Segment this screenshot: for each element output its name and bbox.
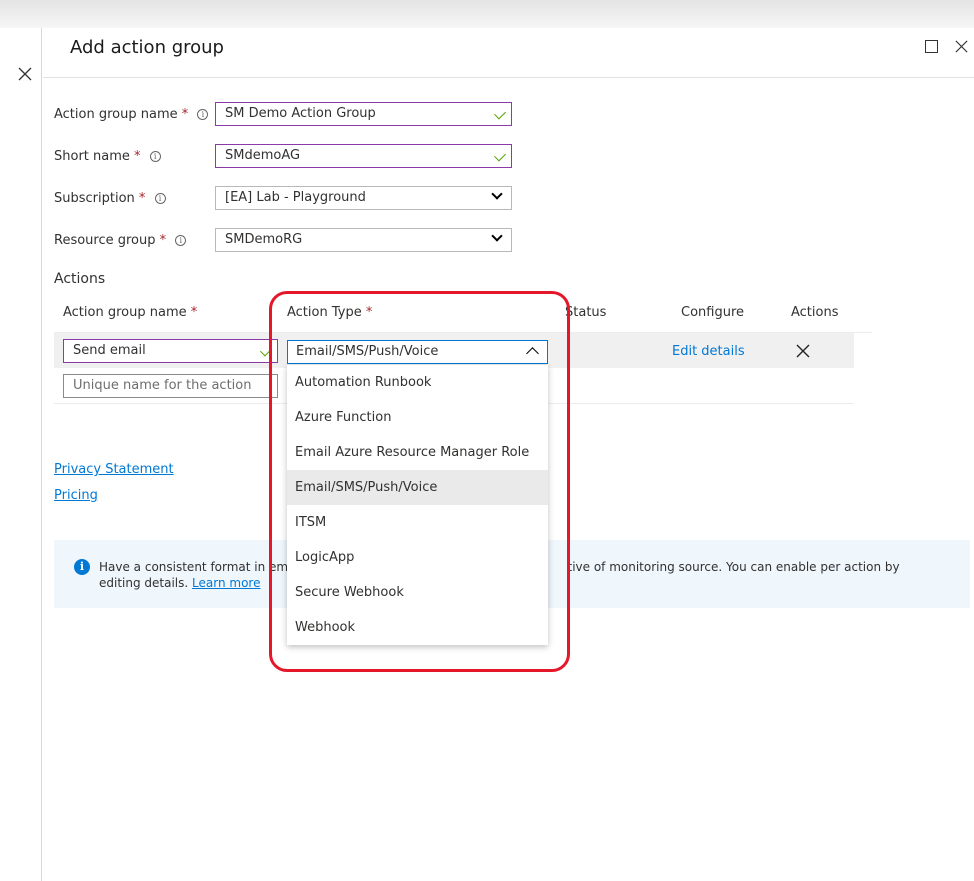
column-header-actions: Actions [791,305,839,320]
required-marker: * [134,149,141,164]
info-icon[interactable]: i [154,193,166,204]
chevron-down-icon [491,188,503,200]
privacy-statement-link[interactable]: Privacy Statement [54,462,174,477]
maximize-icon[interactable] [925,40,938,53]
top-browser-band [0,0,974,28]
info-icon: i [74,559,90,575]
short-name-field[interactable]: SMdemoAG [215,144,512,168]
annotation-highlight [269,291,570,672]
info-icon[interactable]: i [149,151,161,162]
column-header-status: Status [565,305,607,320]
action-name-input[interactable]: Send email [63,339,278,363]
edit-details-link[interactable]: Edit details [672,344,745,359]
resource-group-label: Resource group * i [54,233,187,248]
page-title: Add action group [70,37,224,58]
subscription-select[interactable]: [EA] Lab - Playground [215,186,512,210]
required-marker: * [138,191,146,206]
info-icon[interactable]: i [197,109,209,120]
close-icon[interactable] [954,39,969,54]
learn-more-link[interactable]: Learn more [192,576,260,590]
resource-group-select[interactable]: SMDemoRG [215,228,512,252]
subscription-label: Subscription * i [54,191,166,206]
action-group-name-label: Action group name * i [54,107,209,122]
chevron-down-icon [491,230,503,242]
required-marker: * [181,107,189,122]
pricing-link[interactable]: Pricing [54,488,98,503]
blade-header: Add action group [43,28,974,78]
short-name-label: Short name * i [54,149,161,164]
column-header-name: Action group name * [63,305,198,320]
left-rail [0,28,42,881]
close-icon[interactable] [17,66,33,82]
required-marker: * [190,305,198,320]
checkmark-icon [493,107,507,120]
action-group-name-field[interactable]: SM Demo Action Group [215,102,512,126]
info-icon[interactable]: i [175,235,187,246]
column-header-configure: Configure [681,305,745,320]
actions-section-title: Actions [54,271,106,287]
delete-action-icon[interactable] [796,344,810,358]
new-action-name-input[interactable]: Unique name for the action [63,374,278,398]
checkmark-icon [493,149,507,162]
required-marker: * [159,233,167,248]
